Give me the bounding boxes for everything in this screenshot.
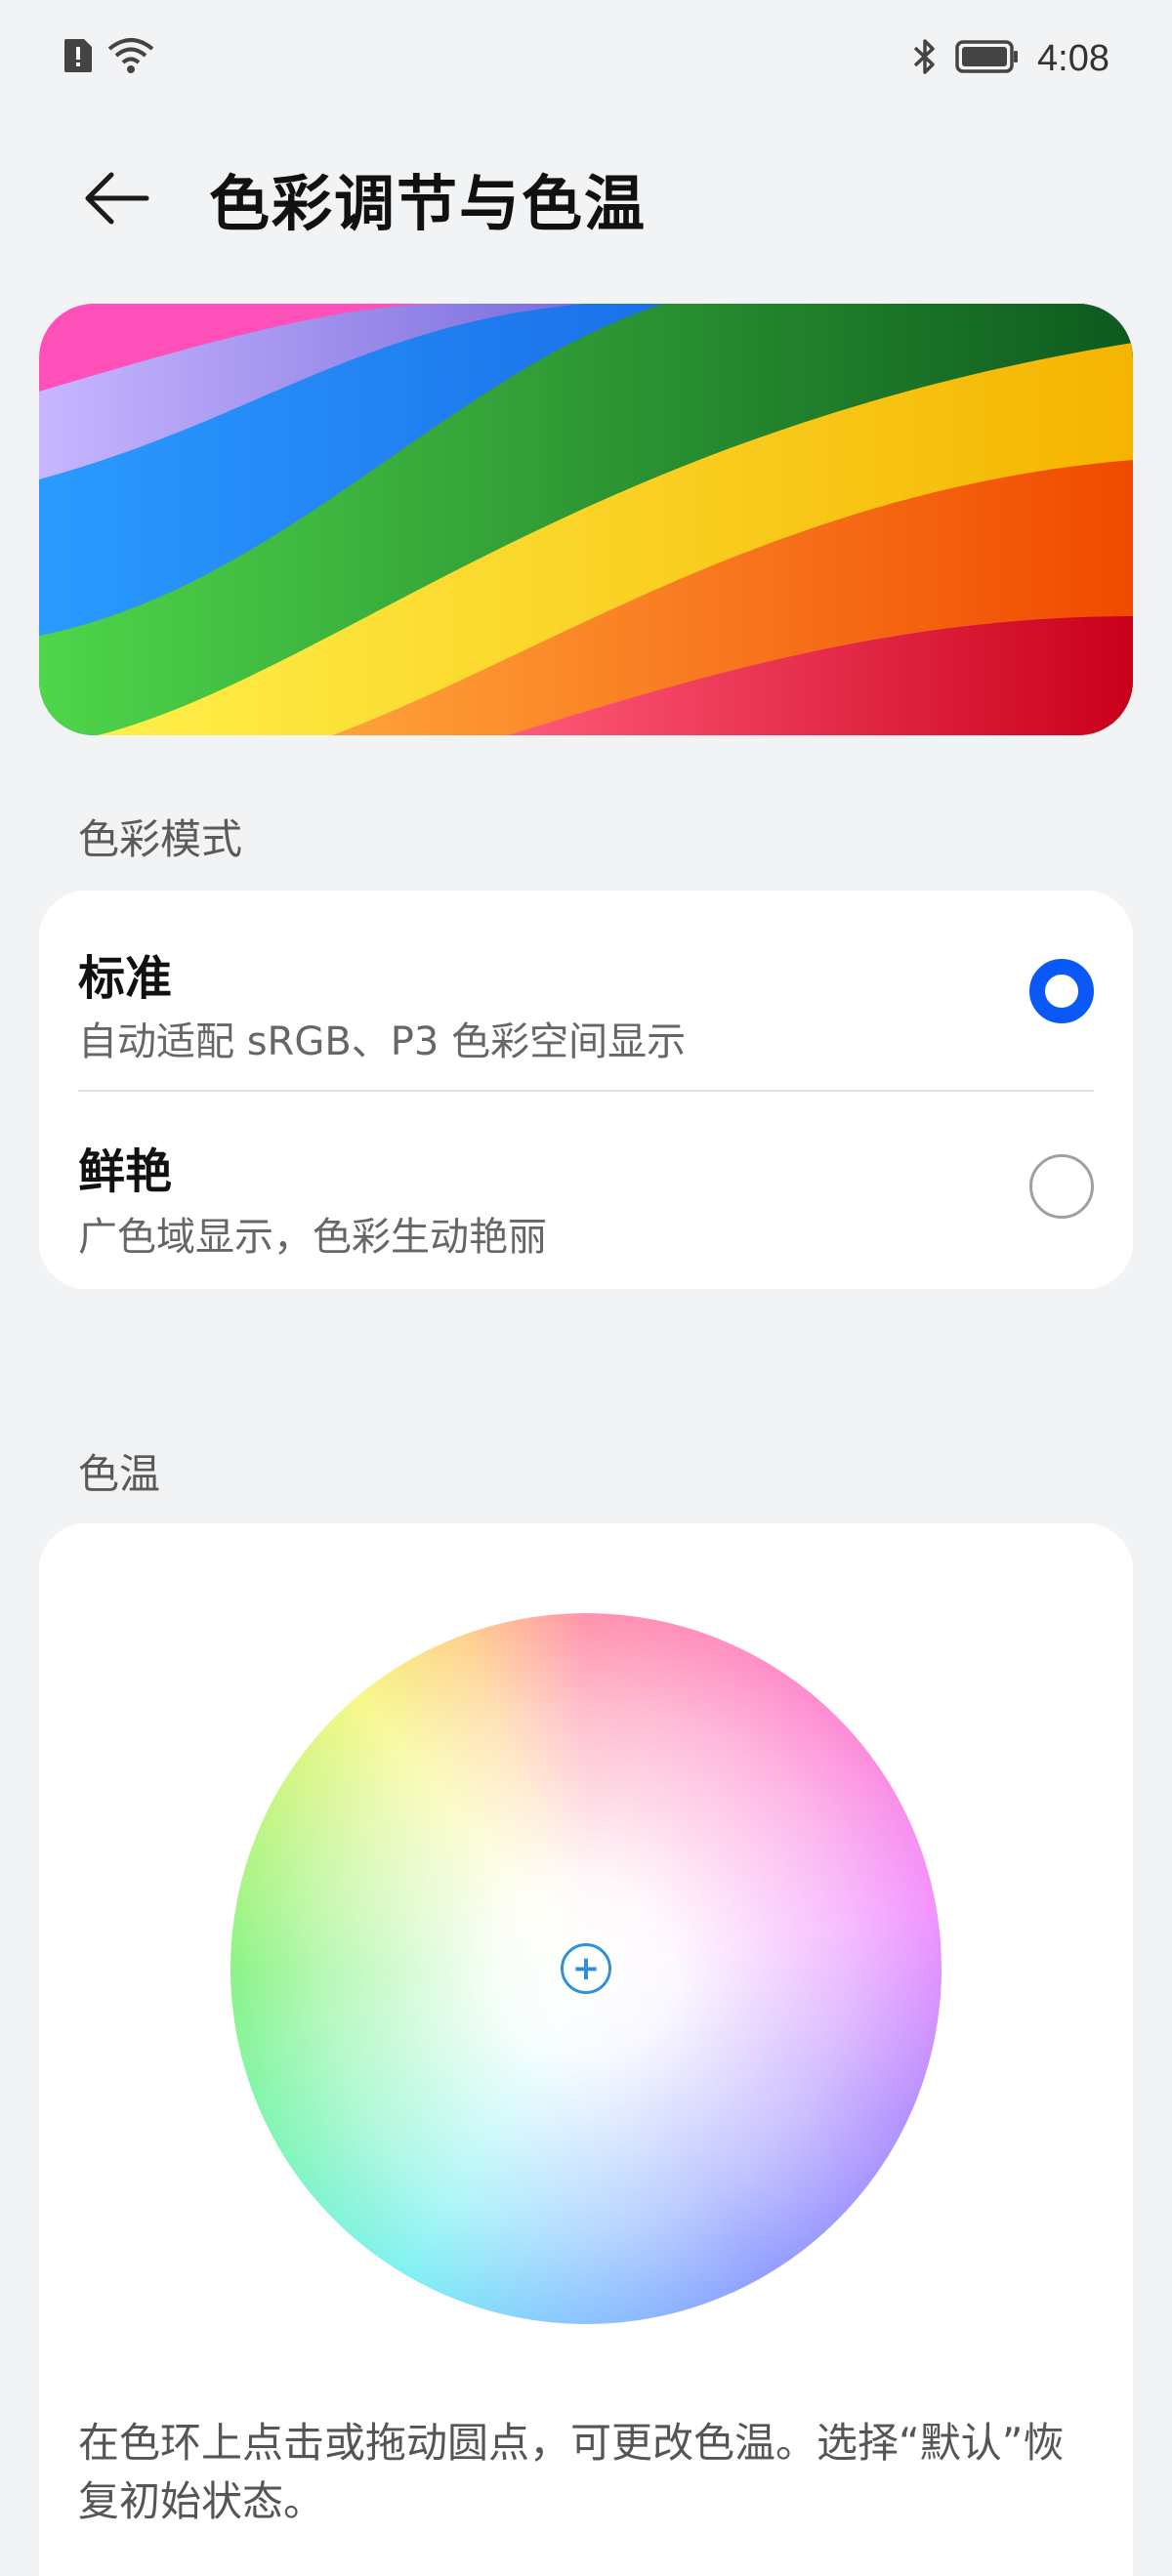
- option-vivid[interactable]: 鲜艳 广色域显示，色彩生动艳丽: [39, 1090, 1133, 1289]
- option-standard-title: 标准: [78, 951, 173, 1006]
- bluetooth-icon: [912, 37, 938, 80]
- status-left: [63, 37, 154, 78]
- status-bar: 4:08: [0, 0, 1172, 117]
- color-temp-card: + 在色环上点击或拖动圆点，可更改色温。选择“默认”恢复初始状态。: [39, 1523, 1133, 2576]
- color-temp-hint: 在色环上点击或拖动圆点，可更改色温。选择“默认”恢复初始状态。: [78, 2419, 1065, 2525]
- page-title: 色彩调节与色温: [209, 168, 648, 239]
- color-wheel-handle[interactable]: +: [561, 1943, 611, 1994]
- status-time: 4:08: [1037, 37, 1109, 79]
- sim-alert-icon: [63, 37, 94, 78]
- wifi-icon: [107, 37, 154, 78]
- radio-standard[interactable]: [1029, 959, 1094, 1023]
- screen: 4:08 色彩调节与色温 色彩模式 标准 自动适配 sRGB、P3 色彩空间显示…: [0, 0, 1172, 2576]
- rainbow-banner-image: [39, 304, 1133, 735]
- color-temp-section-label: 色温: [78, 1450, 161, 1498]
- option-standard-subtitle: 自动适配 sRGB、P3 色彩空间显示: [78, 1019, 687, 1064]
- battery-icon: [955, 39, 1020, 78]
- back-button[interactable]: [72, 156, 160, 244]
- header: 色彩调节与色温: [0, 137, 1172, 244]
- option-vivid-title: 鲜艳: [78, 1144, 173, 1199]
- color-wheel[interactable]: +: [230, 1613, 942, 2324]
- status-right: 4:08: [912, 37, 1109, 80]
- color-mode-card: 标准 自动适配 sRGB、P3 色彩空间显示 鲜艳 广色域显示，色彩生动艳丽: [39, 891, 1133, 1289]
- option-vivid-subtitle: 广色域显示，色彩生动艳丽: [78, 1215, 547, 1260]
- plus-icon: +: [571, 1949, 601, 1988]
- arrow-left-icon: [82, 169, 150, 231]
- option-standard[interactable]: 标准 自动适配 sRGB、P3 色彩空间显示: [39, 891, 1133, 1090]
- color-mode-section-label: 色彩模式: [78, 815, 243, 863]
- radio-vivid[interactable]: [1029, 1154, 1094, 1219]
